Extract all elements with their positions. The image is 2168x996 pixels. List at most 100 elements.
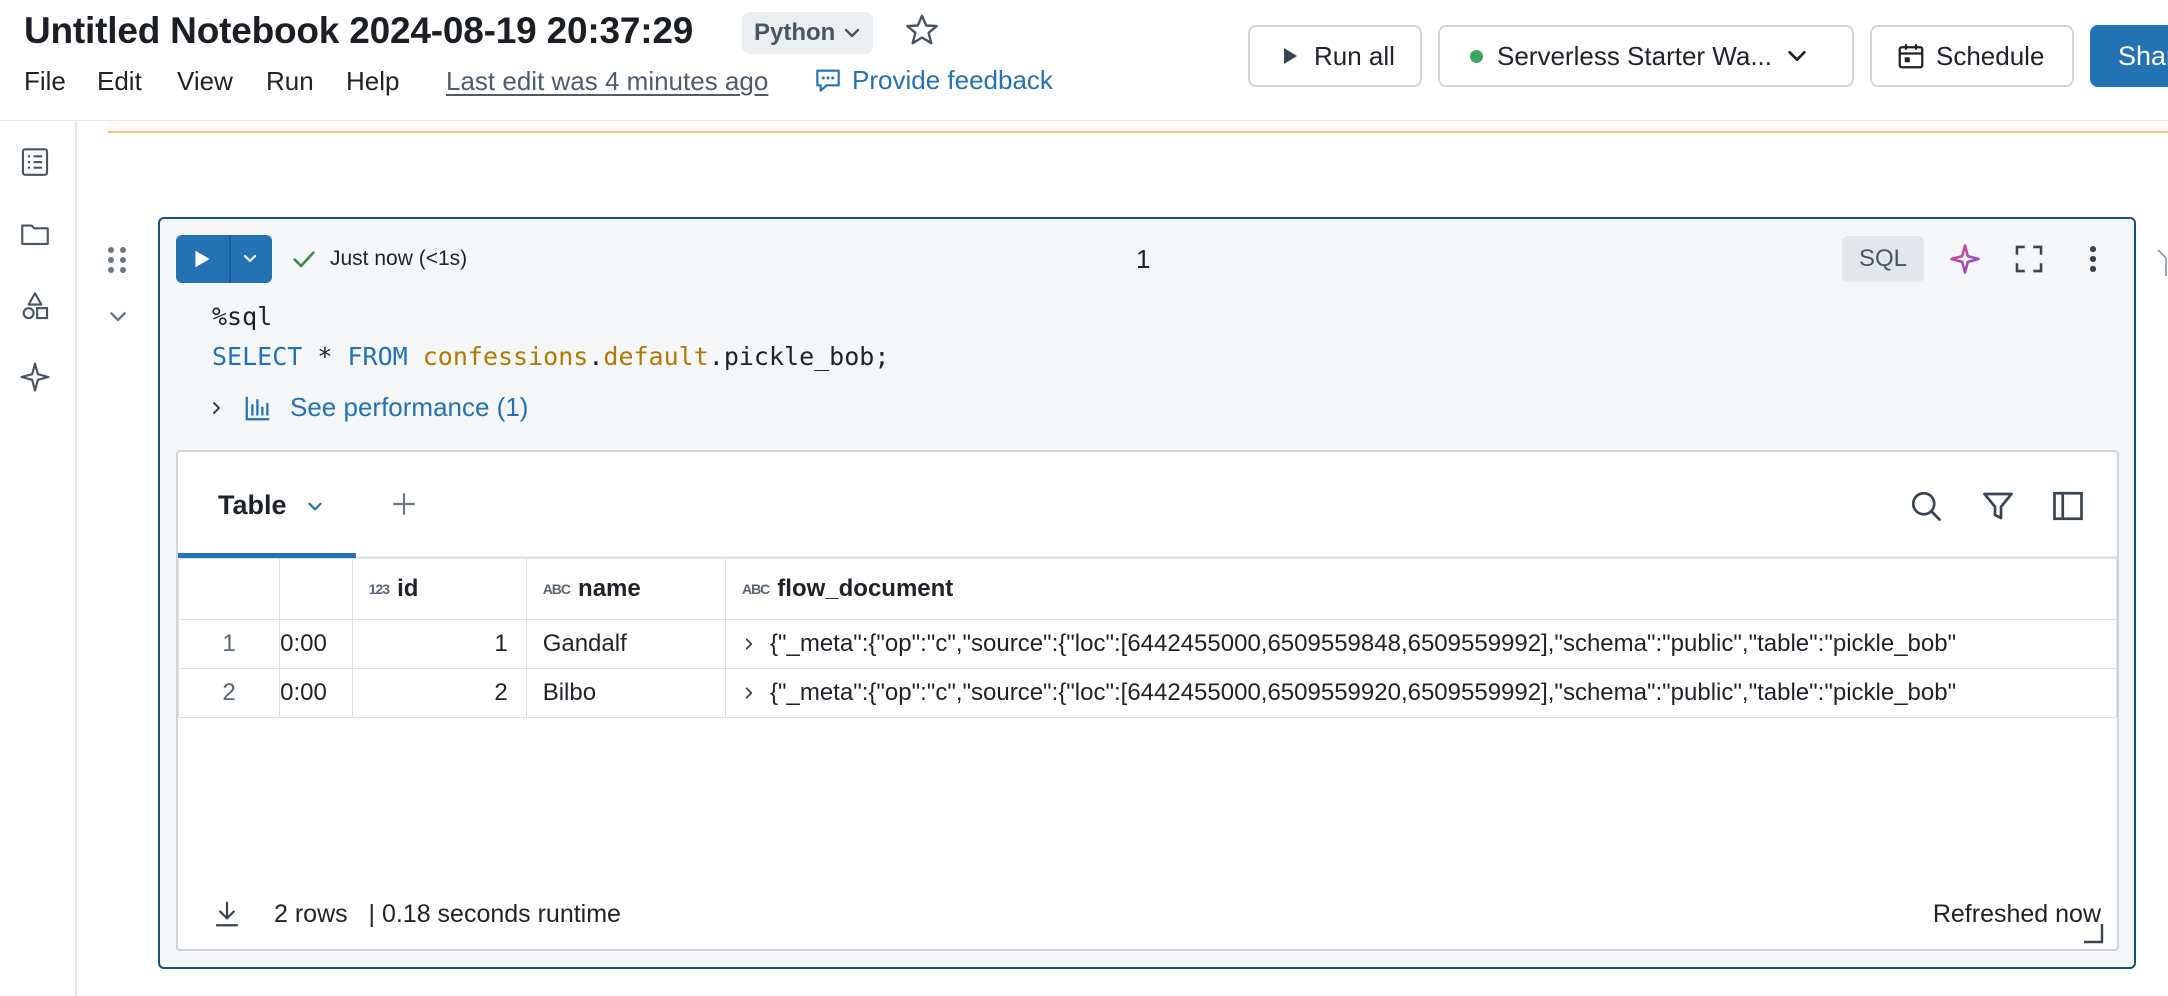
check-icon <box>293 251 315 268</box>
table-cell[interactable]: 0:00 <box>279 668 353 718</box>
table-cell[interactable]: Bilbo <box>525 668 726 718</box>
left-rail <box>0 121 77 996</box>
chevron-right-icon[interactable] <box>742 636 756 652</box>
download-icon[interactable] <box>212 898 242 930</box>
search-icon[interactable] <box>1908 488 1944 524</box>
compute-label: Serverless Starter Wa... <box>1497 40 1772 71</box>
table-cell[interactable]: 0:00 <box>279 619 353 669</box>
tab-table[interactable]: Table <box>218 490 325 521</box>
run-status: Just now (<1s) <box>290 245 467 273</box>
table-cell[interactable]: 2 <box>351 668 527 718</box>
cell-number: 1 <box>1136 244 1151 274</box>
speech-bubble-icon <box>816 69 840 92</box>
table-cell[interactable]: Gandalf <box>525 619 726 669</box>
compute-selector[interactable]: Serverless Starter Wa... <box>1438 25 1854 87</box>
code-line-1[interactable]: %sql <box>212 302 272 331</box>
menu-file[interactable]: File <box>24 66 66 97</box>
sidebar-panel-icon[interactable] <box>2050 488 2086 524</box>
play-icon[interactable] <box>191 248 213 270</box>
language-label: Python <box>754 19 836 46</box>
row-count: 2 rows <box>274 900 348 928</box>
column-header-name[interactable]: ABC name <box>525 558 726 620</box>
drag-handle-icon[interactable] <box>104 244 130 276</box>
column-header-flow-document-label: flow_document <box>777 575 954 602</box>
chevron-down-icon[interactable] <box>106 304 130 328</box>
plus-icon[interactable] <box>388 488 420 520</box>
json-value: {"_meta":{"op":"c","source":{"loc":[6442… <box>769 630 1957 657</box>
table-cell[interactable]: {"_meta":{"op":"c","source":{"loc":[6442… <box>724 668 2117 718</box>
language-selector[interactable]: Python <box>742 12 874 54</box>
code-line-2[interactable]: SELECT * FROM confessions.default.pickle… <box>212 342 889 371</box>
code-magic: %sql <box>212 302 273 331</box>
runtime: 0.18 seconds runtime <box>381 900 621 928</box>
sparkle-icon[interactable] <box>18 360 52 394</box>
chevron-down-icon <box>1788 50 1806 62</box>
schedule-button[interactable]: Schedule <box>1870 25 2074 87</box>
row-number: 2 <box>178 668 281 718</box>
see-performance-link[interactable]: See performance (1) <box>208 392 528 423</box>
star-icon[interactable] <box>904 12 940 48</box>
string-type-icon: ABC <box>741 581 770 597</box>
run-cell-button[interactable] <box>176 235 272 283</box>
chevron-down-icon <box>845 28 860 38</box>
notebook-title[interactable]: Untitled Notebook 2024-08-19 20:37:29 <box>24 10 693 52</box>
run-status-label: Just now (<1s) <box>330 247 468 270</box>
code-keyword-from: FROM <box>347 342 408 371</box>
column-header-name-label: name <box>578 575 641 602</box>
summary-separator: | <box>368 900 375 928</box>
code-star: * <box>302 342 348 371</box>
filter-icon[interactable] <box>1980 488 2016 524</box>
results-table: 123 id ABC name ABC flow_document 1 0:00 1 … <box>178 558 2117 718</box>
menu-run[interactable]: Run <box>266 66 314 97</box>
menu-help[interactable]: Help <box>346 66 399 97</box>
column-header-id[interactable]: 123 id <box>351 558 527 620</box>
table-cell[interactable]: 1 <box>351 619 527 669</box>
share-button[interactable]: Shar <box>2090 25 2168 87</box>
results-panel: Table 123 id ABC name ABC flow_document 1 0… <box>176 450 2119 951</box>
chevron-down-icon[interactable] <box>241 250 259 268</box>
chevron-right-icon[interactable] <box>742 685 756 701</box>
chevron-down-icon[interactable] <box>305 496 325 516</box>
schedule-label: Schedule <box>1936 40 2045 71</box>
code-table: pickle_bob; <box>723 342 890 371</box>
column-header-rownum <box>178 558 281 620</box>
refreshed-status: Refreshed now <box>1932 900 2101 928</box>
run-all-button[interactable]: Run all <box>1248 25 1422 87</box>
column-header-hidden[interactable] <box>279 558 353 620</box>
row-number: 1 <box>178 619 281 669</box>
string-type-icon: ABC <box>542 581 571 597</box>
overflow-icon <box>2157 249 2167 276</box>
result-summary: 2 rows | 0.18 seconds runtime <box>274 900 621 929</box>
column-header-id-label: id <box>397 575 419 602</box>
shapes-icon[interactable] <box>18 289 52 323</box>
tab-table-label: Table <box>218 490 287 520</box>
compute-status-dot <box>1470 49 1483 63</box>
calendar-icon <box>1898 44 1924 69</box>
bar-chart-icon <box>245 396 270 420</box>
expand-icon[interactable] <box>2012 242 2046 276</box>
sparkle-icon[interactable] <box>1948 242 1982 276</box>
table-row[interactable]: 1 0:00 1 Gandalf {"_meta":{"op":"c","sou… <box>178 619 2117 669</box>
kebab-icon[interactable] <box>2076 242 2110 276</box>
column-header-flow-document[interactable]: ABC flow_document <box>724 558 2117 620</box>
json-value: {"_meta":{"op":"c","source":{"loc":[6442… <box>769 679 1957 706</box>
feedback-label: Provide feedback <box>852 64 1053 95</box>
menu-edit[interactable]: Edit <box>97 66 142 97</box>
integer-type-icon: 123 <box>368 581 390 597</box>
code-keyword-select: SELECT <box>212 342 303 371</box>
table-header-row: 123 id ABC name ABC flow_document <box>178 558 2117 620</box>
table-row[interactable]: 2 0:00 2 Bilbo {"_meta":{"op":"c","sourc… <box>178 668 2117 718</box>
play-icon <box>1284 48 1297 64</box>
feedback-link[interactable]: Provide feedback <box>812 64 1053 96</box>
menu-view[interactable]: View <box>177 66 233 97</box>
notice-banner-edge <box>108 121 2168 133</box>
toc-icon[interactable] <box>18 145 52 179</box>
table-cell[interactable]: {"_meta":{"op":"c","source":{"loc":[6442… <box>724 619 2117 669</box>
code-catalog: confessions <box>422 342 589 371</box>
chevron-right-icon[interactable] <box>208 399 226 417</box>
run-all-label: Run all <box>1314 40 1395 71</box>
folder-icon[interactable] <box>18 217 52 251</box>
split-divider <box>229 235 231 283</box>
cell-language-badge[interactable]: SQL <box>1842 236 1924 282</box>
last-edit-link[interactable]: Last edit was 4 minutes ago <box>446 66 768 97</box>
